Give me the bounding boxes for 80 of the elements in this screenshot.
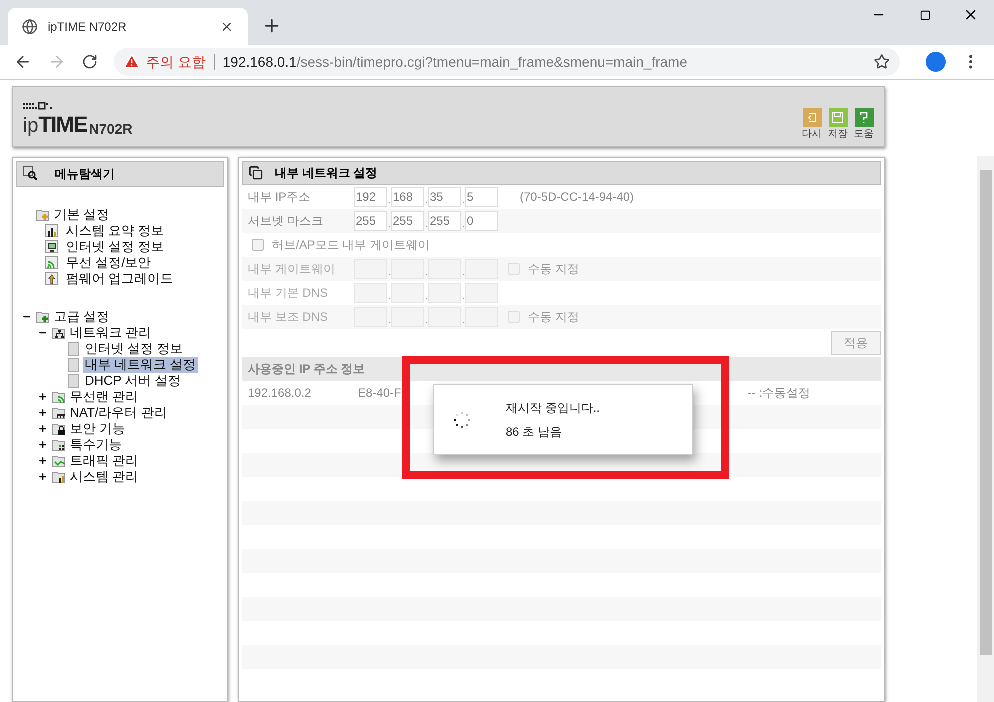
profile-avatar[interactable] (926, 52, 946, 72)
table-title: 사용중인 IP 주소 정보 (248, 361, 366, 378)
tree-item[interactable]: 인터넷 설정 정보 (64, 239, 166, 255)
tree-group[interactable]: 시스템 관리 (70, 469, 139, 485)
ip-octet-field[interactable]: 5 (465, 187, 498, 207)
tree-item[interactable]: 내부 네트워크 설정 (83, 357, 198, 373)
table-cell-text: E8-40-F (358, 385, 402, 402)
expand-icon[interactable] (38, 424, 48, 434)
tree-group[interactable]: 보안 기능 (70, 421, 126, 437)
expand-icon[interactable] (38, 408, 48, 418)
tab-title: ipTIME N702R (48, 18, 128, 36)
countdown-text: 86 초 남음 (506, 424, 564, 440)
tree-item[interactable]: 무선 설정/보안 (64, 255, 154, 271)
tree-group[interactable]: 트래픽 관리 (70, 453, 139, 469)
manual-label: 수동 지정 (528, 309, 580, 326)
address-bar[interactable]: 주의 요함 192.168.0.1/sess-bin/timepro.cgi?tmenu=main_frame&smenu=main_frame (114, 48, 900, 76)
field-label: 서브넷 마스크 (248, 213, 324, 230)
scrollbar-thumb[interactable] (980, 170, 992, 655)
expand-icon[interactable] (38, 472, 48, 482)
tree-group[interactable]: 무선랜 관리 (70, 389, 139, 405)
expand-icon[interactable] (38, 392, 48, 402)
bar-chart-icon (44, 223, 60, 239)
ip-octet-field[interactable]: 255 (354, 211, 387, 231)
ip-octet-field[interactable]: 255 (391, 211, 424, 231)
wireless-icon (44, 255, 60, 271)
url: 192.168.0.1/sess-bin/timepro.cgi?tmenu=main_frame&smenu=main_frame (222, 52, 688, 72)
tree-group[interactable]: 네트워크 관리 (70, 325, 152, 341)
tree-group[interactable]: 기본 설정 (54, 207, 110, 223)
ip-octet-field[interactable]: 35 (428, 187, 461, 207)
header-button[interactable]: 저장 (828, 108, 848, 142)
tree-item[interactable]: 인터넷 설정 정보 (83, 341, 186, 357)
field-label: 허브/AP모드 내부 게이트웨이 (272, 237, 430, 254)
field-label: 내부 보조 DNS (248, 309, 330, 326)
reload-icon[interactable] (82, 54, 98, 70)
copy-icon (249, 166, 263, 180)
panel-title: 내부 네트워크 설정 (275, 165, 378, 182)
manual-label: 수동 지정 (528, 261, 580, 278)
page-icon (68, 358, 79, 372)
table-cell-text: 192.168.0.2 (248, 385, 312, 402)
table-cell-text: -- :수동설정 (748, 385, 811, 402)
bookmark-icon[interactable] (874, 54, 890, 70)
undo-icon (802, 108, 822, 127)
browser-tab[interactable]: ipTIME N702R (8, 8, 248, 45)
globe-icon (22, 18, 38, 34)
tree-item[interactable]: DHCP 서버 설정 (83, 373, 183, 389)
ip-octet-field[interactable]: 168 (391, 187, 424, 207)
header-button[interactable]: 다시 (802, 108, 822, 142)
ip-octet-field[interactable]: 255 (428, 211, 461, 231)
search-icon (23, 166, 39, 182)
spinner-icon (454, 412, 470, 428)
scrollbar[interactable] (977, 156, 994, 702)
security-label: 주의 요함 (146, 52, 206, 72)
tree-group[interactable]: 특수기능 (70, 437, 122, 453)
logo: ipTIMEN702R (23, 114, 133, 136)
tree-item[interactable]: 펌웨어 업그레이드 (64, 271, 176, 287)
upload-icon (44, 271, 60, 287)
warning-icon (124, 54, 140, 70)
maximize-icon[interactable] (920, 10, 930, 20)
expand-icon[interactable] (38, 456, 48, 466)
tree-group[interactable]: NAT/라우터 관리 (70, 405, 168, 421)
checkbox[interactable] (252, 239, 264, 251)
ip-octet-field[interactable]: 0 (465, 211, 498, 231)
back-icon[interactable] (14, 53, 32, 71)
header-button[interactable]: 도움 (854, 108, 874, 142)
page-icon (68, 342, 79, 356)
save-icon (828, 108, 848, 127)
tree-group[interactable]: 고급 설정 (54, 309, 110, 325)
page-icon (68, 374, 79, 388)
field-label: 내부 게이트웨이 (248, 261, 336, 278)
dialog-message: 재시작 중입니다.. (506, 400, 600, 416)
tree-item[interactable]: 시스템 요약 정보 (64, 223, 166, 239)
menu-title: 메뉴탐색기 (55, 166, 115, 183)
ip-octet-field[interactable]: 192 (354, 187, 387, 207)
expand-icon[interactable] (38, 440, 48, 450)
field-label: 내부 IP주소 (248, 189, 312, 206)
mac-address: (70-5D-CC-14-94-40) (520, 189, 634, 206)
field-label: 내부 기본 DNS (248, 285, 330, 302)
logo-dots-icon (23, 102, 53, 110)
help-icon (854, 108, 874, 127)
monitor-icon (44, 239, 60, 255)
